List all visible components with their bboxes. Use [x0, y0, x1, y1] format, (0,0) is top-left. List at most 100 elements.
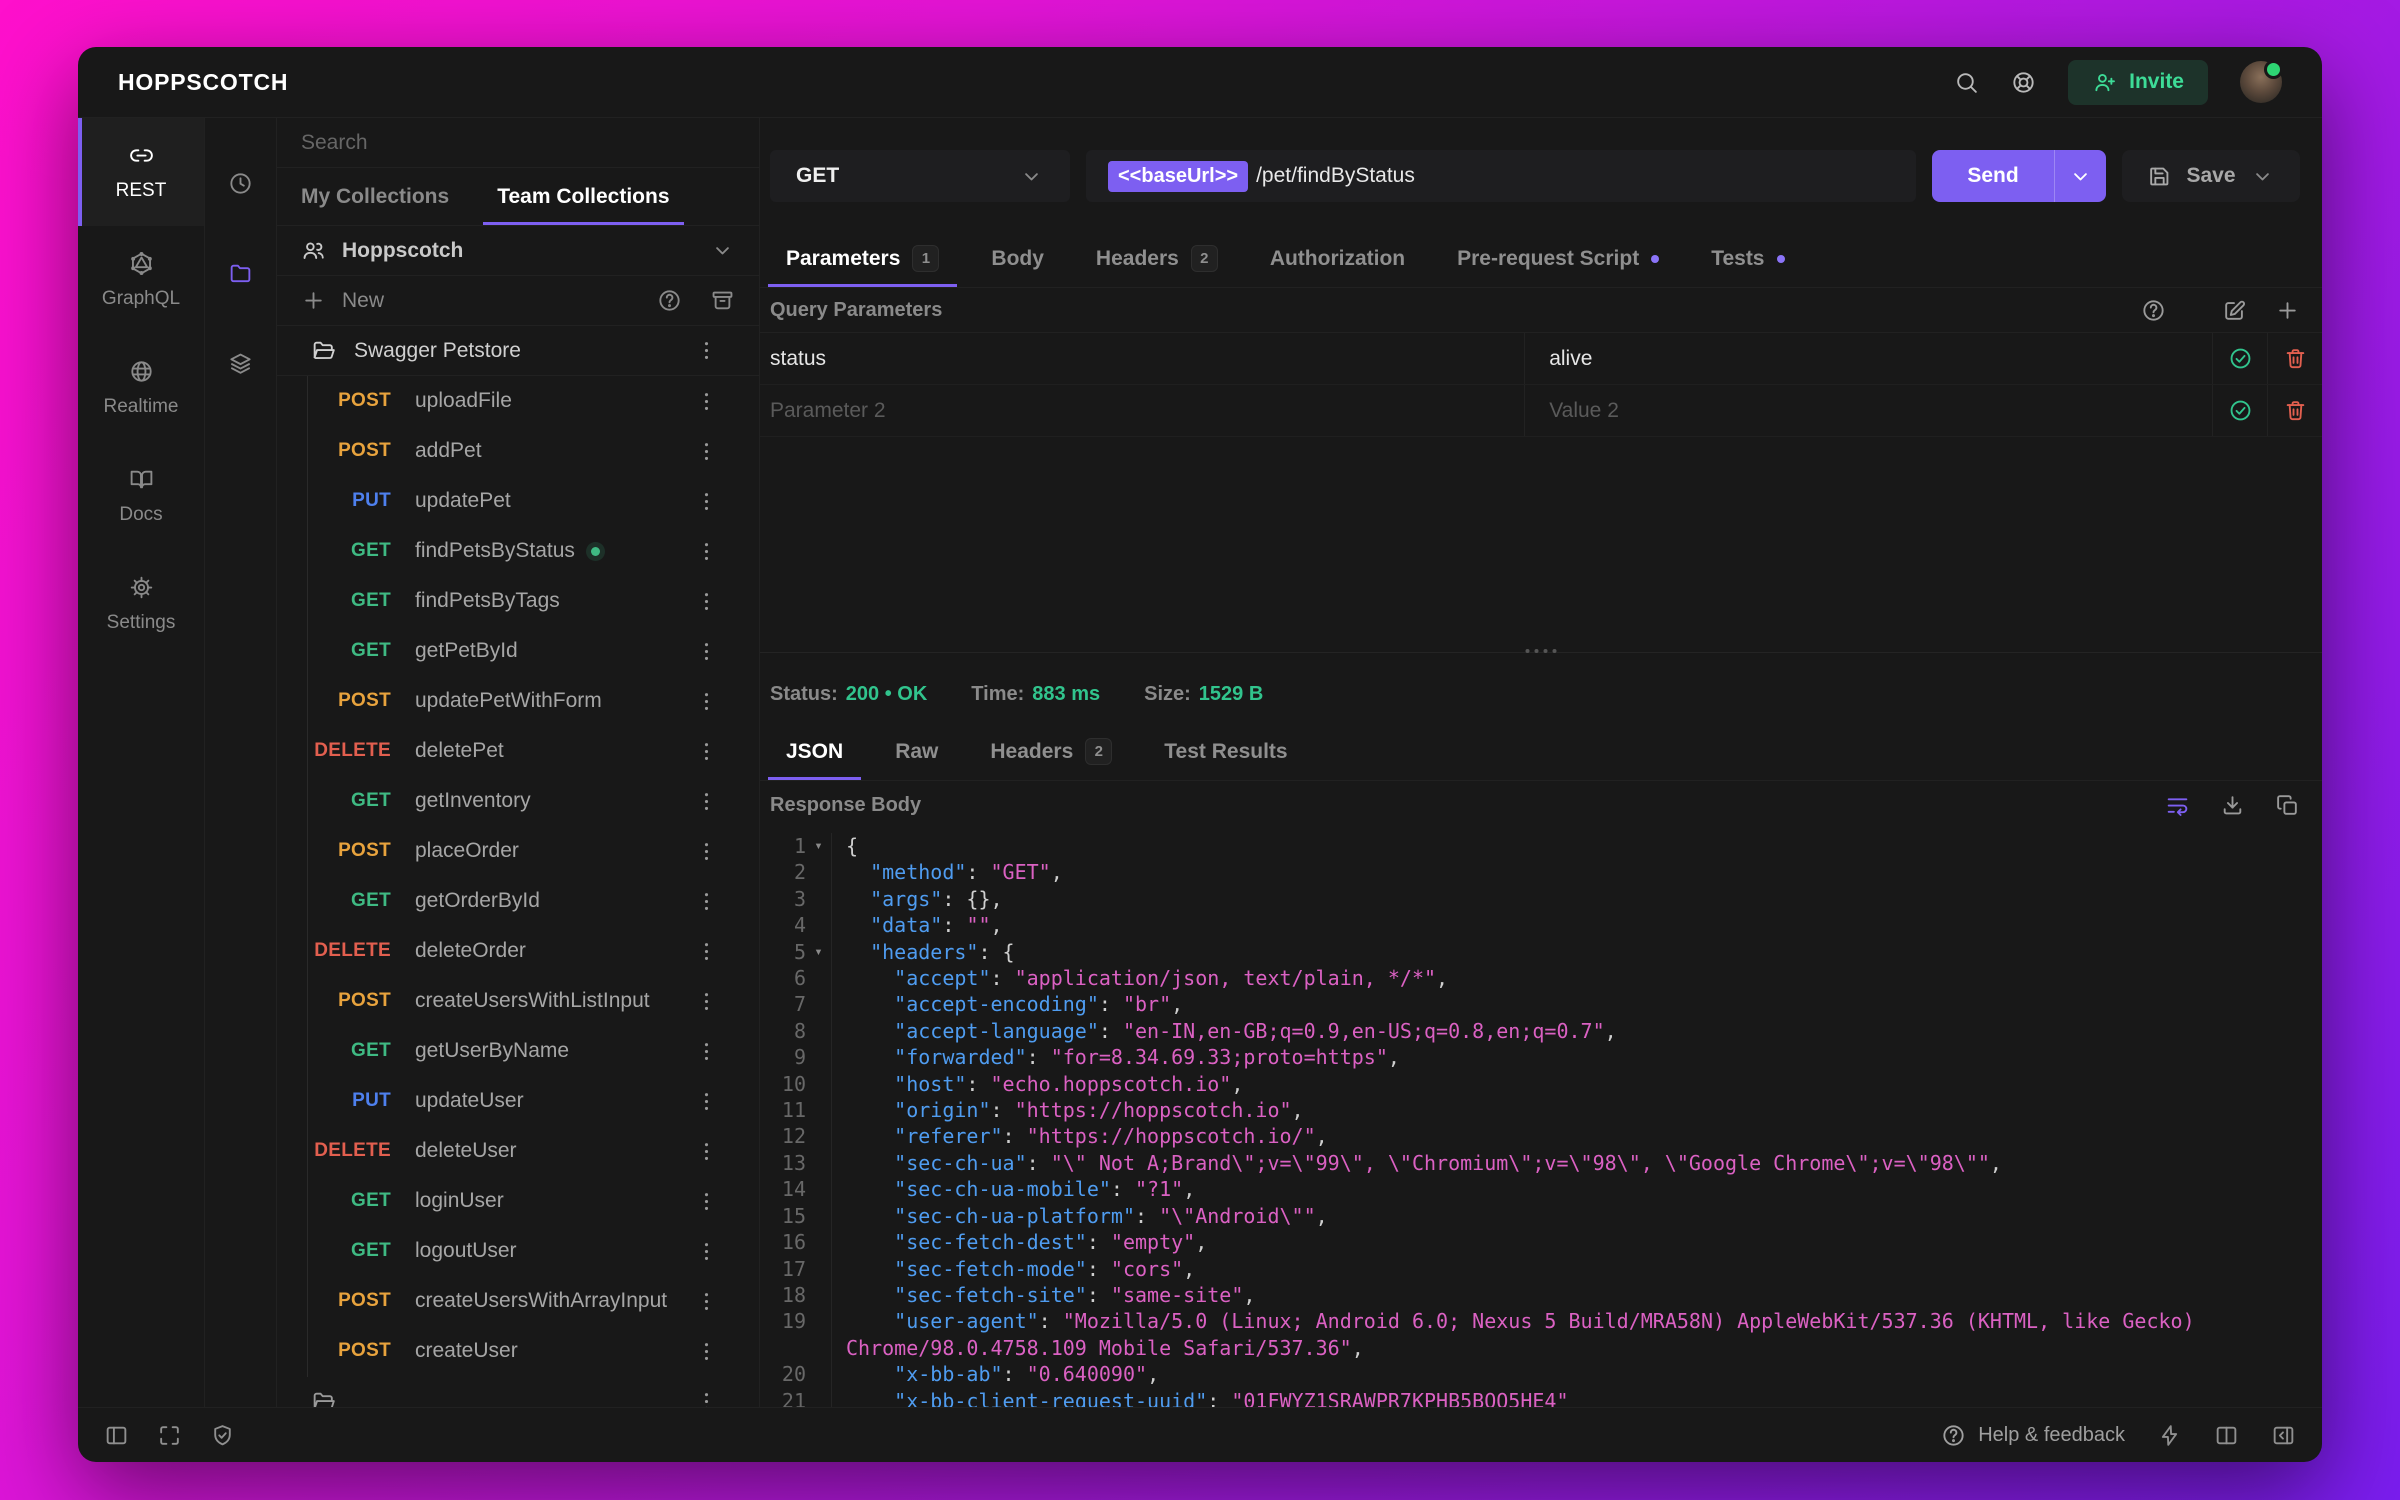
request-item-logoutUser[interactable]: GET logoutUser [277, 1226, 759, 1276]
kebab-menu-icon[interactable] [694, 389, 719, 414]
plus-icon[interactable] [301, 288, 326, 313]
kebab-menu-icon[interactable] [694, 739, 719, 764]
kebab-menu-icon[interactable] [694, 1189, 719, 1214]
request-item-getOrderById[interactable]: GET getOrderById [277, 876, 759, 926]
request-item-createUser[interactable]: POST createUser [277, 1326, 759, 1376]
request-item-findPetsByTags[interactable]: GET findPetsByTags [277, 576, 759, 626]
response-tab-headers[interactable]: Headers 2 [964, 723, 1138, 780]
kebab-menu-icon[interactable] [694, 1339, 719, 1364]
param-delete-button[interactable] [2267, 385, 2322, 436]
shield-check-icon[interactable] [210, 1423, 235, 1448]
request-item-placeOrder[interactable]: POST placeOrder [277, 826, 759, 876]
search-input[interactable] [301, 130, 735, 155]
kebab-menu-icon[interactable] [694, 589, 719, 614]
param-value-input[interactable]: alive [1524, 333, 2212, 384]
tab-team-collections[interactable]: Team Collections [473, 168, 693, 225]
tab-authorization[interactable]: Authorization [1244, 230, 1431, 287]
response-tab-json[interactable]: JSON [760, 723, 869, 780]
param-active-toggle[interactable] [2213, 385, 2268, 436]
columns-layout-icon[interactable] [2214, 1423, 2239, 1448]
tab-headers[interactable]: Headers 2 [1070, 230, 1244, 287]
request-item-createUsersWithListInput[interactable]: POST createUsersWithListInput [277, 976, 759, 1026]
sidebar-item-settings[interactable]: Settings [78, 550, 204, 658]
invite-button[interactable]: Invite [2068, 59, 2208, 105]
param-value-input[interactable]: Value 2 [1524, 385, 2212, 436]
kebab-menu-icon[interactable] [694, 1139, 719, 1164]
archive-icon[interactable] [710, 288, 735, 313]
request-item-deletePet[interactable]: DELETE deletePet [277, 726, 759, 776]
kebab-menu-icon[interactable] [694, 439, 719, 464]
new-label[interactable]: New [342, 289, 384, 313]
team-selector[interactable]: Hoppscotch [277, 226, 759, 276]
kebab-menu-icon[interactable] [694, 789, 719, 814]
send-button[interactable]: Send [1932, 150, 2106, 202]
add-param-icon[interactable] [2275, 298, 2300, 323]
mini-nav-collections[interactable] [228, 228, 253, 318]
request-item-createUsersWithArrayInput[interactable]: POST createUsersWithArrayInput [277, 1276, 759, 1326]
request-item-deleteOrder[interactable]: DELETE deleteOrder [277, 926, 759, 976]
send-options-chevron-icon[interactable] [2054, 150, 2106, 202]
help-circle-icon[interactable] [657, 288, 682, 313]
help-circle-icon[interactable] [2141, 298, 2166, 323]
sidebar-item-rest[interactable]: REST [78, 118, 204, 226]
kebab-menu-icon[interactable] [694, 939, 719, 964]
fold-toggle-icon[interactable]: ▾ [806, 938, 832, 966]
response-tab-test-results[interactable]: Test Results [1138, 723, 1313, 780]
kebab-menu-icon[interactable] [694, 639, 719, 664]
request-item-addPet[interactable]: POST addPet [277, 426, 759, 476]
help-feedback-button[interactable]: Help & feedback [1941, 1423, 2125, 1448]
tab-pre-request-script[interactable]: Pre-request Script [1431, 230, 1685, 287]
tab-tests[interactable]: Tests [1685, 230, 1810, 287]
kebab-menu-icon[interactable] [694, 889, 719, 914]
request-item-loginUser[interactable]: GET loginUser [277, 1176, 759, 1226]
response-body-editor[interactable]: 1 ▾ { 2 "method": "GET", 3 "args": {}, 4… [760, 829, 2322, 1407]
kebab-menu-icon[interactable] [694, 539, 719, 564]
tab-body[interactable]: Body [965, 230, 1070, 287]
request-item-updatePet[interactable]: PUT updatePet [277, 476, 759, 526]
toggle-sidebar-icon[interactable] [104, 1423, 129, 1448]
request-item-getInventory[interactable]: GET getInventory [277, 776, 759, 826]
sidebar-item-docs[interactable]: Docs [78, 442, 204, 550]
response-tab-raw[interactable]: Raw [869, 723, 964, 780]
save-button[interactable]: Save [2122, 150, 2300, 202]
sidebar-item-graphql[interactable]: GraphQL [78, 226, 204, 334]
kebab-menu-icon[interactable] [694, 689, 719, 714]
wrap-lines-icon[interactable] [2165, 793, 2190, 818]
shortcuts-bolt-icon[interactable] [2157, 1423, 2182, 1448]
request-item-findPetsByStatus[interactable]: GET findPetsByStatus [277, 526, 759, 576]
mini-nav-history[interactable] [228, 138, 253, 228]
request-item-getUserByName[interactable]: GET getUserByName [277, 1026, 759, 1076]
bulk-edit-icon[interactable] [2222, 298, 2247, 323]
method-select[interactable]: GET [770, 150, 1070, 202]
fold-toggle-icon[interactable]: ▾ [806, 833, 832, 860]
kebab-menu-icon[interactable] [694, 338, 719, 363]
collection-item-partial[interactable] [277, 1376, 759, 1407]
avatar[interactable] [2240, 60, 2283, 103]
mini-nav-environments[interactable] [228, 318, 253, 408]
kebab-menu-icon[interactable] [694, 489, 719, 514]
search-icon[interactable] [1954, 70, 1979, 95]
request-item-getPetById[interactable]: GET getPetById [277, 626, 759, 676]
kebab-menu-icon[interactable] [694, 1389, 719, 1407]
kebab-menu-icon[interactable] [694, 1089, 719, 1114]
param-key-input[interactable]: status [760, 333, 1524, 384]
sidebar-item-realtime[interactable]: Realtime [78, 334, 204, 442]
kebab-menu-icon[interactable] [694, 839, 719, 864]
download-icon[interactable] [2220, 793, 2245, 818]
pane-splitter[interactable] [760, 649, 2322, 665]
request-item-updatePetWithForm[interactable]: POST updatePetWithForm [277, 676, 759, 726]
copy-icon[interactable] [2275, 793, 2300, 818]
param-delete-button[interactable] [2267, 333, 2322, 384]
tab-my-collections[interactable]: My Collections [277, 168, 473, 225]
request-item-deleteUser[interactable]: DELETE deleteUser [277, 1126, 759, 1176]
support-icon[interactable] [2011, 70, 2036, 95]
param-active-toggle[interactable] [2213, 333, 2268, 384]
request-item-updateUser[interactable]: PUT updateUser [277, 1076, 759, 1126]
param-key-input[interactable]: Parameter 2 [760, 385, 1524, 436]
url-input[interactable]: <<baseUrl>> /pet/findByStatus [1086, 150, 1916, 202]
expand-icon[interactable] [157, 1423, 182, 1448]
kebab-menu-icon[interactable] [694, 989, 719, 1014]
tab-parameters[interactable]: Parameters 1 [760, 230, 965, 287]
env-variable-chip[interactable]: <<baseUrl>> [1108, 160, 1249, 192]
kebab-menu-icon[interactable] [694, 1289, 719, 1314]
